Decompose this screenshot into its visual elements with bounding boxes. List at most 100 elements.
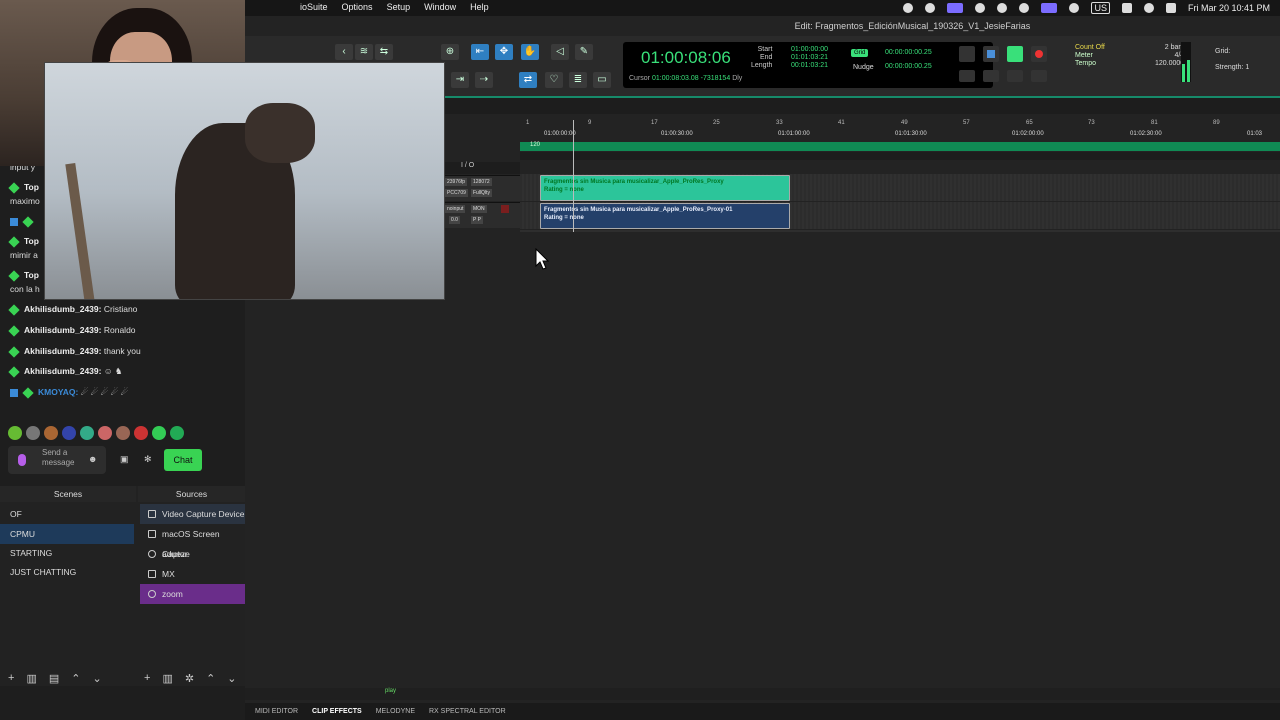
menu-options[interactable]: Options [342, 2, 373, 12]
trash-icon[interactable]: ▥ [162, 672, 172, 685]
stop-button[interactable] [983, 46, 999, 62]
tempo-label[interactable]: Tempo [1075, 60, 1105, 68]
grid-label-2[interactable]: Grid: [1215, 44, 1249, 60]
nudge-value[interactable]: 00:00:00:00.25 [885, 63, 932, 70]
record-button[interactable] [1031, 46, 1047, 62]
control-center-icon[interactable] [1165, 3, 1176, 13]
gear-icon[interactable]: ✲ [185, 672, 194, 685]
pan-value[interactable]: P P [471, 216, 483, 224]
display-mirror-icon[interactable] [1041, 3, 1058, 13]
grabber-tool-icon[interactable]: ✋ [521, 44, 539, 60]
universe-overview[interactable] [445, 96, 1280, 114]
nudge-left-icon[interactable]: ‹ [335, 44, 353, 60]
chat-user[interactable]: Akhilisdumb_2439: [24, 366, 101, 376]
emoji-icon[interactable]: ☻ [88, 454, 97, 464]
scene-item-selected[interactable]: CPMU [0, 524, 134, 544]
count-off-label[interactable]: Count Off [1075, 44, 1105, 52]
chat-send-button[interactable]: Chat [164, 449, 202, 471]
strength-label[interactable]: Strength: 1 [1215, 60, 1249, 76]
frame-rate-chip[interactable]: 23976fp [445, 178, 468, 186]
zoomer-tool-icon[interactable]: ⊕ [441, 44, 459, 60]
source-item[interactable]: adueze [140, 544, 245, 564]
tab-rx-spectral-editor[interactable]: RX SPECTRAL EDITOR [429, 708, 506, 715]
zoom-toggle-icon[interactable]: ⇆ [375, 44, 393, 60]
filter-icon[interactable]: ▤ [49, 672, 59, 685]
emote-icon[interactable] [44, 426, 58, 440]
tab-midi-editor[interactable]: MIDI EDITOR [255, 708, 298, 715]
menu-setup[interactable]: Setup [387, 2, 411, 12]
markers-ruler[interactable] [520, 152, 1280, 160]
source-item[interactable]: Video Capture Device [140, 504, 245, 524]
scrubber-tool-icon[interactable]: ◁ [551, 44, 569, 60]
play-circle-icon[interactable] [1069, 3, 1080, 13]
scene-item[interactable]: OF [0, 504, 134, 524]
emote-icon[interactable] [152, 426, 166, 440]
headphones-icon[interactable] [1019, 3, 1030, 13]
emote-icon[interactable] [116, 426, 130, 440]
quality-chip[interactable]: FullQlty [471, 189, 492, 197]
cloud-icon[interactable] [925, 3, 936, 13]
volume-value[interactable]: 0.0 [449, 216, 460, 224]
video-preview-window[interactable] [44, 62, 445, 300]
move-down-icon[interactable]: ⌄ [92, 672, 101, 685]
keyboard-layout-badge[interactable]: US [1091, 2, 1110, 14]
rec-enable-icon[interactable] [501, 205, 509, 213]
video-track-io[interactable]: 23976fp 128072 PCC709 FullQlty [445, 175, 520, 201]
audio-track-io[interactable]: noinput MON 0.0 P P [445, 202, 520, 228]
timecode-ruler[interactable]: 01:00:00:00 01:00:30:00 01:01:00:00 01:0… [520, 131, 1280, 141]
record-status-icon[interactable] [903, 3, 914, 13]
menu-app[interactable]: ioSuite [300, 2, 328, 12]
chat-user[interactable]: Akhilisdumb_2439: [24, 346, 101, 356]
grid-badge[interactable]: Grid [851, 49, 869, 57]
accessibility-icon[interactable] [975, 3, 986, 13]
end-value[interactable]: 01:01:03:21 [791, 54, 828, 62]
menu-help[interactable]: Help [470, 2, 489, 12]
chat-user[interactable]: Top [24, 182, 39, 192]
grid-value[interactable]: 00:00:00:00.25 [885, 49, 932, 56]
tab-to-transient-icon[interactable]: ▭ [593, 72, 611, 88]
main-counter[interactable]: 01:00:08:06 [641, 48, 731, 68]
search-icon[interactable] [1143, 3, 1154, 13]
add-icon[interactable]: + [8, 672, 14, 685]
chat-user[interactable]: Top [24, 270, 39, 280]
tab-clip-effects[interactable]: CLIP EFFECTS [312, 708, 362, 715]
dly-label[interactable]: Dly [732, 75, 742, 82]
emote-icon[interactable] [134, 426, 148, 440]
nudge-label[interactable]: Nudge [853, 64, 874, 71]
gift-icon[interactable]: ▣ [120, 454, 129, 465]
chat-user[interactable]: Akhilisdumb_2439: [24, 325, 101, 335]
monitor-chip[interactable]: MON [471, 205, 487, 213]
playhead[interactable] [573, 120, 574, 232]
video-clip[interactable]: Fragmentos sin Musica para musicalizar_A… [540, 175, 790, 201]
insertion-follows-icon[interactable]: ≣ [569, 72, 587, 88]
emote-icon[interactable] [8, 426, 22, 440]
mode-shuffle-icon[interactable]: ⇢ [475, 72, 493, 88]
emote-icon[interactable] [80, 426, 94, 440]
trim-tool-icon[interactable]: ⇤ [471, 44, 489, 60]
emote-icon[interactable] [170, 426, 184, 440]
bars-beats-ruler[interactable]: 1 9 17 25 33 41 49 57 65 73 81 89 [520, 120, 1280, 130]
fast-forward-icon[interactable] [1007, 70, 1023, 82]
tempo-ruler[interactable]: 120 [520, 142, 1280, 151]
waveform-zoom-icon[interactable]: ≋ [355, 44, 373, 60]
resolution-chip[interactable]: 128072 [471, 178, 492, 186]
scene-item[interactable]: JUST CHATTING [0, 562, 134, 582]
screen-share-icon[interactable] [947, 3, 964, 13]
settings-gear-icon[interactable]: ✻ [144, 454, 152, 465]
wifi-off-icon[interactable] [1121, 3, 1132, 13]
play-button[interactable] [1007, 46, 1023, 62]
input-chip[interactable]: noinput [445, 205, 466, 213]
menu-window[interactable]: Window [424, 2, 456, 12]
source-item[interactable]: macOS Screen Captur [140, 524, 245, 559]
emote-icon[interactable] [98, 426, 112, 440]
focus-moon-icon[interactable] [997, 3, 1008, 13]
meter-label[interactable]: Meter [1075, 52, 1105, 60]
go-to-end-icon[interactable] [1031, 70, 1047, 82]
source-item[interactable]: MX [140, 564, 245, 584]
start-value[interactable]: 01:00:00:00 [791, 46, 828, 54]
audio-clip[interactable]: Fragmentos sin Musica para musicalizar_A… [540, 203, 790, 229]
emote-icon[interactable] [26, 426, 40, 440]
return-to-zero-icon[interactable] [959, 70, 975, 82]
tempo-marker[interactable]: 120 [530, 142, 540, 148]
link-timeline-icon[interactable]: ⇄ [519, 72, 537, 88]
